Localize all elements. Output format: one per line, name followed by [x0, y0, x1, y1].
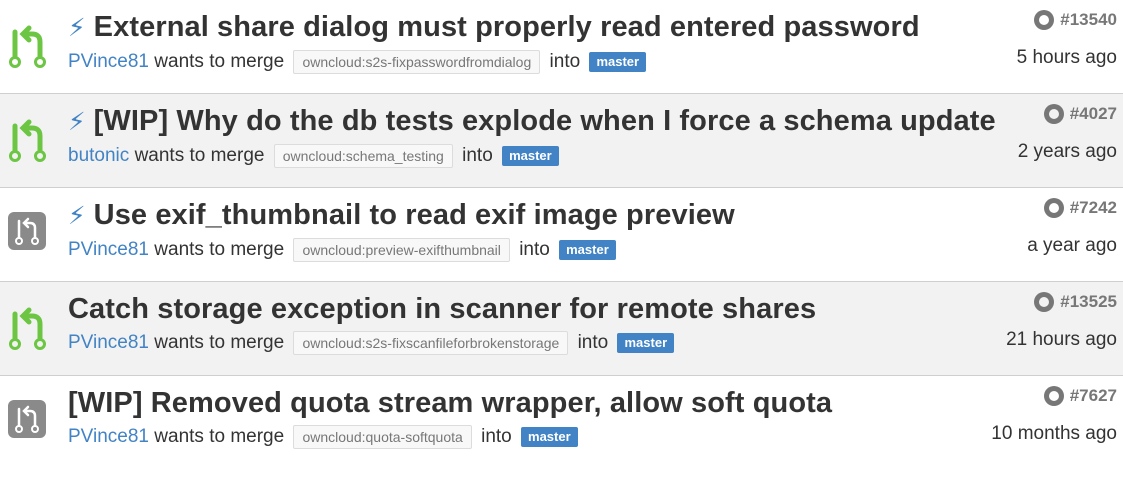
pull-request-time: 5 hours ago: [1016, 47, 1117, 68]
pull-request-number-text[interactable]: #4027: [1070, 102, 1117, 126]
pull-request-number-text[interactable]: #13540: [1060, 8, 1117, 32]
pull-request-number[interactable]: #13540: [1017, 8, 1117, 32]
pull-request-time: 10 months ago: [991, 423, 1117, 444]
base-branch-label[interactable]: master: [559, 239, 616, 260]
pull-request-row[interactable]: Catch storage exception in scanner for r…: [0, 282, 1123, 376]
into-text: into: [549, 51, 581, 72]
head-branch-label[interactable]: owncloud:preview-exifthumbnail: [293, 237, 510, 262]
into-text: into: [462, 145, 493, 166]
merge-verb: wants to merge: [154, 332, 285, 353]
pull-request-number-text[interactable]: #13525: [1060, 290, 1117, 314]
pull-request-title[interactable]: Catch storage exception in scanner for r…: [68, 290, 913, 328]
merge-verb: wants to merge: [154, 426, 285, 447]
pull-request-title-text[interactable]: Use exif_thumbnail to read exif image pr…: [94, 199, 735, 231]
github-logo-icon: [1034, 10, 1055, 30]
lightning-bolt-icon: ⚡: [68, 14, 86, 42]
pull-request-number-text[interactable]: #7242: [1070, 196, 1117, 220]
into-text: into: [519, 239, 550, 260]
pull-request-time: 21 hours ago: [1006, 329, 1117, 350]
git-pull-request-icon: [6, 114, 50, 166]
git-pull-request-icon: [8, 400, 46, 438]
github-logo-icon: [1043, 198, 1064, 218]
lightning-bolt-icon: ⚡: [68, 202, 86, 230]
pull-request-number[interactable]: #7627: [991, 384, 1117, 408]
head-branch-label[interactable]: owncloud:s2s-fixpasswordfromdialog: [293, 49, 541, 74]
author-link[interactable]: butonic: [68, 145, 129, 166]
head-branch-label[interactable]: owncloud:s2s-fixscanfileforbrokenstorage: [293, 330, 569, 355]
pull-request-time: a year ago: [1027, 235, 1117, 256]
pull-request-list: ⚡ External share dialog must properly rea…: [0, 0, 1123, 470]
pull-request-meta: PVince81 wants to merge owncloud:s2s-fix…: [68, 330, 913, 356]
pull-request-number-text[interactable]: #7627: [1070, 384, 1117, 408]
author-link[interactable]: PVince81: [68, 51, 149, 72]
pull-request-meta: butonic wants to merge owncloud:schema_t…: [68, 143, 913, 169]
pull-request-title-text[interactable]: [WIP] Why do the db tests explode when I…: [94, 105, 996, 137]
github-logo-icon: [1043, 104, 1064, 124]
into-text: into: [577, 332, 609, 353]
git-pull-request-icon: [6, 302, 50, 354]
into-text: into: [481, 426, 512, 447]
head-branch-label[interactable]: owncloud:quota-softquota: [293, 424, 472, 449]
github-logo-icon: [1043, 386, 1064, 406]
author-link[interactable]: PVince81: [68, 332, 149, 353]
pull-request-number[interactable]: #7242: [1027, 196, 1117, 220]
pull-request-meta: PVince81 wants to merge owncloud:quota-s…: [68, 424, 913, 450]
lightning-bolt-icon: ⚡: [68, 108, 86, 136]
pull-request-title-text[interactable]: [WIP] Removed quota stream wrapper, allo…: [68, 387, 832, 419]
git-pull-request-icon: [6, 20, 50, 72]
author-link[interactable]: PVince81: [68, 426, 149, 447]
pull-request-number[interactable]: #4027: [1018, 102, 1117, 126]
base-branch-label[interactable]: master: [521, 426, 578, 447]
head-branch-label[interactable]: owncloud:schema_testing: [273, 143, 453, 168]
github-logo-icon: [1034, 292, 1055, 312]
pull-request-row[interactable]: ⚡ Use exif_thumbnail to read exif image p…: [0, 188, 1123, 282]
pull-request-meta: PVince81 wants to merge owncloud:s2s-fix…: [68, 49, 913, 75]
pull-request-title[interactable]: ⚡ Use exif_thumbnail to read exif image p…: [68, 196, 913, 235]
base-branch-label[interactable]: master: [617, 332, 675, 353]
pull-request-title-text[interactable]: External share dialog must properly read…: [94, 11, 920, 43]
base-branch-label[interactable]: master: [502, 145, 559, 166]
pull-request-title[interactable]: [WIP] Removed quota stream wrapper, allo…: [68, 384, 913, 422]
pull-request-time: 2 years ago: [1017, 141, 1117, 162]
merge-verb: wants to merge: [154, 51, 285, 72]
pull-request-row[interactable]: [WIP] Removed quota stream wrapper, allo…: [0, 376, 1123, 470]
author-link[interactable]: PVince81: [68, 239, 149, 260]
merge-verb: wants to merge: [154, 239, 285, 260]
pull-request-title[interactable]: ⚡ [WIP] Why do the db tests explode when …: [68, 102, 996, 141]
pull-request-meta: PVince81 wants to merge owncloud:preview…: [68, 237, 913, 263]
pull-request-number[interactable]: #13525: [1006, 290, 1117, 314]
base-branch-label[interactable]: master: [589, 51, 647, 72]
pull-request-row[interactable]: ⚡ [WIP] Why do the db tests explode when …: [0, 94, 1123, 188]
git-pull-request-icon: [8, 212, 46, 250]
pull-request-row[interactable]: ⚡ External share dialog must properly rea…: [0, 0, 1123, 94]
pull-request-title[interactable]: ⚡ External share dialog must properly rea…: [68, 8, 920, 47]
merge-verb: wants to merge: [134, 145, 265, 166]
pull-request-title-text[interactable]: Catch storage exception in scanner for r…: [68, 293, 816, 325]
